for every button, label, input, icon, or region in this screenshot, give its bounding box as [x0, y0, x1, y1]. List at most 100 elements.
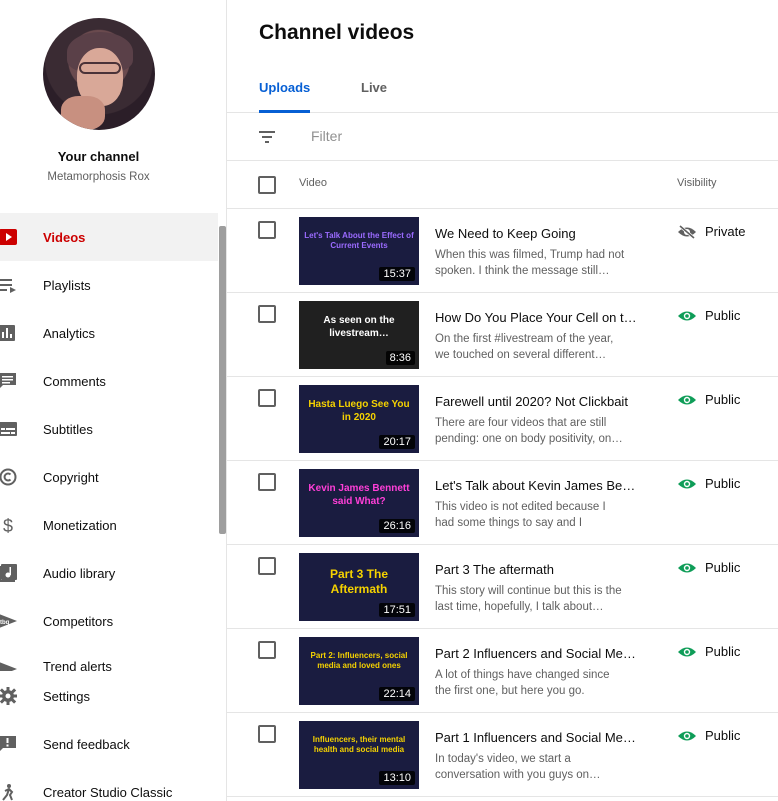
tab-live[interactable]: Live: [361, 80, 387, 113]
row-checkbox[interactable]: [258, 473, 276, 491]
sidebar-item-monetization[interactable]: $ Monetization: [0, 501, 218, 549]
visibility-status[interactable]: Public: [677, 392, 740, 407]
video-thumbnail[interactable]: As seen on the livestream… 8:36: [299, 301, 419, 369]
thumbnail-text: Part 3 The Aftermath: [329, 567, 389, 596]
sidebar-item-creator-studio-classic[interactable]: Creator Studio Classic: [0, 768, 218, 801]
video-title[interactable]: Part 1 Influencers and Social Me…: [435, 730, 640, 745]
sidebar-item-settings[interactable]: Settings: [0, 672, 218, 720]
table-row[interactable]: Part 2: Influencers, social media and lo…: [227, 629, 778, 713]
sidebar-item-label: Audio library: [43, 565, 116, 581]
sidebar-item-label: Comments: [43, 373, 106, 389]
video-thumbnail[interactable]: Part 3 The Aftermath 17:51: [299, 553, 419, 621]
video-title[interactable]: How Do You Place Your Cell on th…: [435, 310, 640, 325]
competitors-icon: tbq: [0, 611, 18, 631]
sidebar-item-label: Send feedback: [43, 736, 130, 752]
sidebar-item-label: Trend alerts: [43, 659, 112, 671]
sidebar-item-copyright[interactable]: Copyright: [0, 453, 218, 501]
column-header-video[interactable]: Video: [299, 177, 327, 189]
visibility-label: Public: [705, 308, 741, 323]
sidebar-item-label: Settings: [43, 688, 90, 704]
visibility-status[interactable]: Private: [677, 224, 745, 239]
classic-icon: [0, 782, 18, 801]
play-icon: [0, 227, 18, 247]
eye-icon: [677, 393, 705, 407]
video-description: A lot of things have changed since the f…: [435, 669, 610, 697]
video-thumbnail[interactable]: Kevin James Bennett said What? 26:16: [299, 469, 419, 537]
table-row[interactable]: Part 3 The Aftermath 17:51 Part 3 The afte…: [227, 545, 778, 629]
tab-uploads[interactable]: Uploads: [259, 80, 311, 113]
column-header-visibility[interactable]: Visibility: [677, 177, 717, 189]
video-title[interactable]: Farewell until 2020? Not Clickbait: [435, 394, 640, 409]
video-description: This story will continue but this is the…: [435, 585, 622, 613]
sidebar-item-playlists[interactable]: Playlists: [0, 261, 218, 309]
filter-input[interactable]: [311, 128, 611, 144]
row-checkbox[interactable]: [258, 641, 276, 659]
sidebar-item-label: Analytics: [43, 325, 96, 341]
svg-text:$: $: [3, 516, 13, 534]
video-description: In today's video, we start a conversatio…: [435, 753, 601, 781]
video-duration: 22:14: [379, 687, 415, 701]
tab-bar: Uploads Live: [227, 70, 778, 113]
visibility-status[interactable]: Public: [677, 644, 740, 659]
subtitles-icon: [0, 419, 18, 439]
video-duration: 20:17: [379, 435, 415, 449]
sidebar-item-trend-alerts[interactable]: Trend alerts: [0, 645, 218, 671]
select-all-checkbox[interactable]: [258, 176, 276, 194]
dollar-icon: $: [0, 515, 18, 535]
sidebar-item-send-feedback[interactable]: Send feedback: [0, 720, 218, 768]
gear-icon: [0, 686, 18, 706]
video-description: When this was filmed, Trump had not spok…: [435, 249, 625, 277]
sidebar-item-competitors[interactable]: tbq Competitors: [0, 597, 218, 645]
video-description: On the first #livestream of the year, we…: [435, 333, 614, 361]
table-row[interactable]: Let's Talk About the Effect of Current E…: [227, 209, 778, 293]
table-row[interactable]: Kevin James Bennett said What? 26:16 Let's…: [227, 461, 778, 545]
row-checkbox[interactable]: [258, 305, 276, 323]
table-header: Video Visibility: [227, 161, 778, 209]
visibility-status[interactable]: Public: [677, 728, 740, 743]
table-row[interactable]: Hasta Luego See You in 2020 20:17 Farewell…: [227, 377, 778, 461]
sidebar-item-subtitles[interactable]: Subtitles: [0, 405, 218, 453]
sidebar-item-label: Subtitles: [43, 421, 93, 437]
visibility-status[interactable]: Public: [677, 308, 740, 323]
thumbnail-text: Let's Talk About the Effect of Current E…: [304, 231, 414, 250]
video-title[interactable]: Part 2 Influencers and Social Me…: [435, 646, 640, 661]
music-icon: [0, 563, 18, 583]
visibility-status[interactable]: Public: [677, 476, 740, 491]
thumbnail-text: As seen on the livestream…: [323, 315, 395, 339]
eye-icon: [677, 729, 705, 743]
visibility-label: Public: [705, 392, 741, 407]
row-checkbox[interactable]: [258, 557, 276, 575]
row-checkbox[interactable]: [258, 389, 276, 407]
video-thumbnail[interactable]: Influencers, their mental health and soc…: [299, 721, 419, 789]
feedback-icon: [0, 734, 18, 754]
video-title[interactable]: Let's Talk about Kevin James Ben…: [435, 478, 640, 493]
table-row[interactable]: As seen on the livestream… 8:36 How Do You…: [227, 293, 778, 377]
eye-off-icon: [677, 224, 705, 239]
filter-icon[interactable]: [257, 129, 277, 145]
video-thumbnail[interactable]: Let's Talk About the Effect of Current E…: [299, 217, 419, 285]
eye-icon: [677, 477, 705, 491]
video-description: This video is not edited because I had s…: [435, 501, 606, 529]
channel-avatar[interactable]: [43, 18, 155, 130]
video-thumbnail[interactable]: Hasta Luego See You in 2020 20:17: [299, 385, 419, 453]
sidebar-item-label: Monetization: [43, 517, 117, 533]
video-thumbnail[interactable]: Part 2: Influencers, social media and lo…: [299, 637, 419, 705]
eye-icon: [677, 561, 705, 575]
comment-icon: [0, 371, 18, 391]
video-duration: 8:36: [385, 351, 415, 365]
visibility-status[interactable]: Public: [677, 560, 740, 575]
eye-icon: [677, 309, 705, 323]
sidebar-scrollbar[interactable]: [219, 226, 226, 534]
sidebar-item-videos[interactable]: Videos: [0, 213, 218, 261]
sidebar-item-analytics[interactable]: Analytics: [0, 309, 218, 357]
sidebar-item-label: Playlists: [43, 277, 91, 293]
row-checkbox[interactable]: [258, 725, 276, 743]
thumbnail-text: Part 2: Influencers, social media and lo…: [310, 651, 408, 670]
video-title[interactable]: Part 3 The aftermath: [435, 562, 640, 577]
sidebar-item-comments[interactable]: Comments: [0, 357, 218, 405]
row-checkbox[interactable]: [258, 221, 276, 239]
thumbnail-text: Kevin James Bennett said What?: [308, 483, 410, 507]
sidebar-item-audio-library[interactable]: Audio library: [0, 549, 218, 597]
table-row[interactable]: Influencers, their mental health and soc…: [227, 713, 778, 797]
video-title[interactable]: We Need to Keep Going: [435, 226, 640, 241]
